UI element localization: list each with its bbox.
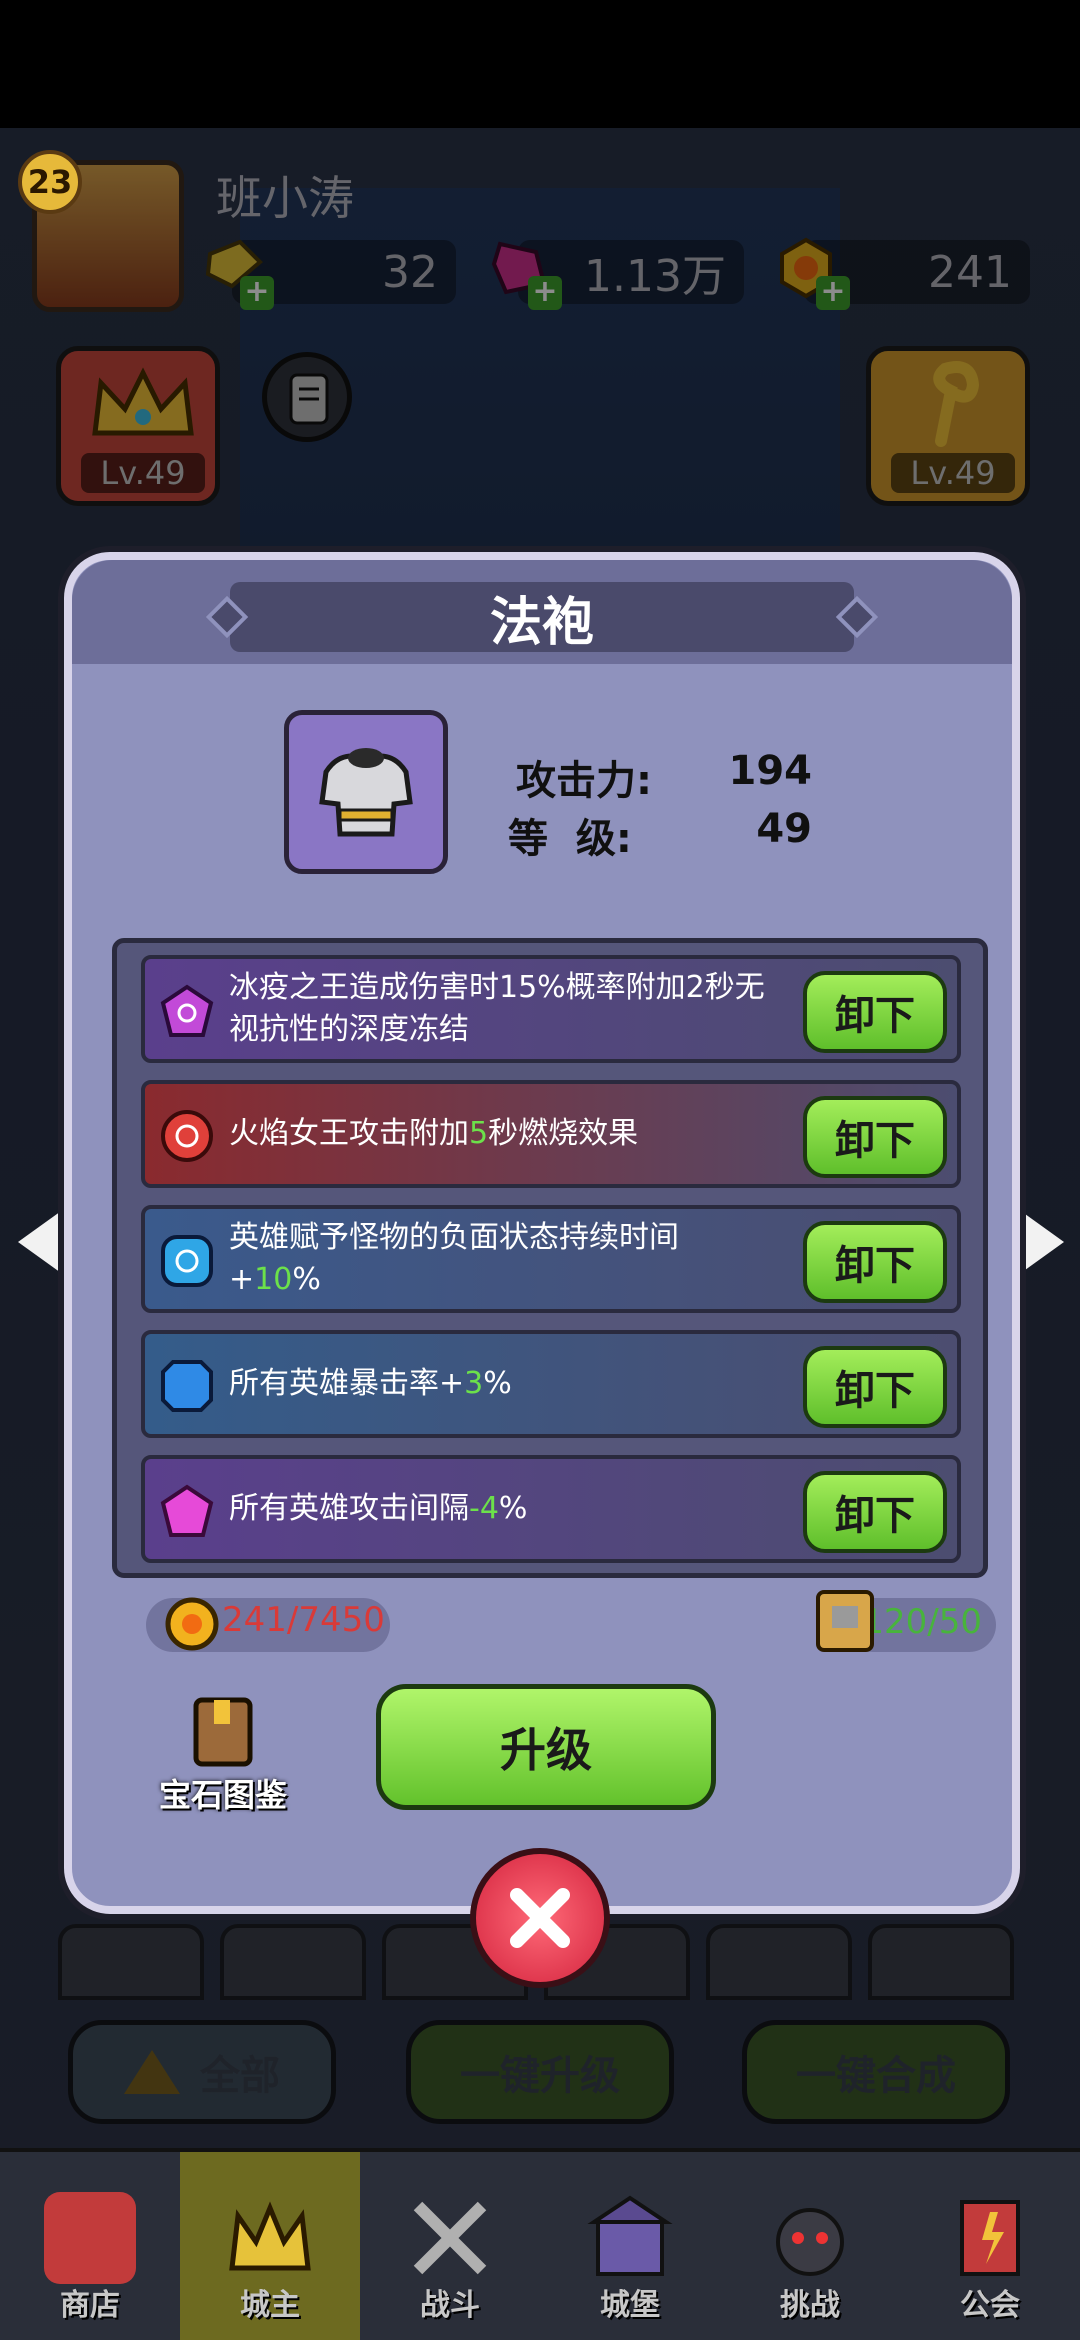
gem-row: 冰疫之王造成伤害时15%概率附加2秒无视抗性的深度冻结 卸下	[141, 955, 961, 1063]
modal-title-bar: 法袍	[205, 582, 879, 653]
nav-label-shop: 商店	[60, 2288, 120, 2323]
player-level-badge: 23	[18, 150, 82, 214]
nav-item-lord[interactable]: 城主	[180, 2152, 360, 2340]
gem-list-panel: 冰疫之王造成伤害时15%概率附加2秒无视抗性的深度冻结 卸下 火焰女王攻击附加5秒燃…	[112, 938, 988, 1578]
gem-row: 所有英雄攻击间隔-4% 卸下	[141, 1455, 961, 1563]
gem-effect-text: 所有英雄暴击率+3%	[229, 1334, 769, 1434]
gem-effect-value: 10	[254, 1262, 293, 1297]
nav-label-lord: 城主	[240, 2288, 300, 2323]
nav-label-castle: 城堡	[600, 2288, 660, 2323]
gem-effect-value: 5	[469, 1116, 489, 1151]
blue-square-gem-icon	[161, 1360, 213, 1412]
robe-armor-icon	[319, 748, 413, 837]
swords-icon	[413, 2201, 487, 2275]
level-label: 等 级:	[508, 816, 632, 862]
nav-item-battle[interactable]: 战斗	[360, 2152, 540, 2340]
scroll-cost-value: 120/50	[862, 1602, 982, 1642]
gem-effect-part: 秒燃烧效果	[488, 1116, 639, 1151]
level-value: 49	[756, 806, 812, 852]
gem-row: 所有英雄暴击率+3% 卸下	[141, 1330, 961, 1438]
unequip-button[interactable]: 卸下	[803, 1471, 947, 1553]
unequip-button[interactable]: 卸下	[803, 1096, 947, 1178]
gem-effect-text: 火焰女王攻击附加5秒燃烧效果	[229, 1084, 769, 1184]
gem-effect-text: 冰疫之王造成伤害时15%概率附加2秒无视抗性的深度冻结	[229, 959, 769, 1059]
castle-icon	[587, 2195, 673, 2276]
pink-pentagon-gem-icon	[160, 1484, 214, 1537]
nav-label-challenge: 挑战	[780, 2288, 840, 2323]
gem-encyclopedia-button[interactable]: 宝石图鉴	[148, 1694, 298, 1814]
scroll-icon	[816, 1590, 874, 1652]
upgrade-button[interactable]: 升级	[376, 1684, 716, 1810]
nav-item-shop[interactable]: 商店	[0, 2152, 180, 2340]
crown-icon	[229, 2201, 311, 2271]
gem-row: 英雄赋予怪物的负面状态持续时间+10% 卸下	[141, 1205, 961, 1313]
unequip-button[interactable]: 卸下	[803, 1346, 947, 1428]
equipment-modal: 法袍 攻击力: 194 等 级: 49 冰疫之王造成伤害时15%概率附加2秒无视…	[64, 552, 1020, 1914]
gem-effect-part: %	[483, 1366, 512, 1401]
gem-effect-part: %	[498, 1491, 528, 1526]
gem-effect-part: 所有英雄攻击间隔	[229, 1491, 469, 1526]
attack-label: 攻击力:	[516, 758, 652, 804]
nav-item-challenge[interactable]: 挑战	[720, 2152, 900, 2340]
gem-effect-text: 英雄赋予怪物的负面状态持续时间+10%	[229, 1209, 769, 1309]
item-icon-frame	[284, 710, 448, 874]
status-bar-area	[0, 0, 1080, 128]
close-button[interactable]	[470, 1848, 610, 1988]
book-icon	[193, 1697, 253, 1767]
unequip-button[interactable]: 卸下	[803, 971, 947, 1053]
gem-effect-part: 所有英雄暴击率+	[229, 1366, 465, 1401]
red-round-gem-icon	[161, 1110, 213, 1162]
gem-encyclopedia-label: 宝石图鉴	[158, 1776, 287, 1814]
unequip-button[interactable]: 卸下	[803, 1221, 947, 1303]
gold-cost-value: 241/7450	[222, 1600, 385, 1640]
gem-effect-value: -4	[469, 1491, 499, 1526]
blue-round-gem-icon	[161, 1235, 213, 1287]
nav-item-guild[interactable]: 公会	[900, 2152, 1080, 2340]
nav-label-guild: 公会	[960, 2288, 1020, 2323]
attack-value: 194	[728, 748, 813, 794]
gem-effect-part: %	[292, 1262, 321, 1297]
guild-flag-icon	[960, 2200, 1020, 2276]
game-screen: 23 班小涛 32 + 1.13万 + 241 + Lv.49 Lv.49 全部…	[0, 0, 1080, 2340]
shop-icon	[44, 2192, 136, 2284]
close-icon	[510, 1888, 570, 1948]
bottom-nav: 商店 城主 战斗 城堡 挑战 公会	[0, 2148, 1080, 2340]
gem-row: 火焰女王攻击附加5秒燃烧效果 卸下	[141, 1080, 961, 1188]
purple-pentagon-gem-icon	[160, 984, 214, 1037]
gem-effect-part: 火焰女王攻击附加	[229, 1116, 469, 1151]
gold-coin-icon	[165, 1597, 219, 1651]
modal-title: 法袍	[489, 592, 594, 653]
demon-icon	[776, 2208, 844, 2276]
nav-item-castle[interactable]: 城堡	[540, 2152, 720, 2340]
gem-effect-part: 冰疫之王造成伤害时15%概率附加2秒无视抗性的深度冻结	[229, 970, 765, 1047]
gem-effect-value: 3	[464, 1366, 484, 1401]
nav-label-battle: 战斗	[420, 2288, 480, 2323]
gem-effect-text: 所有英雄攻击间隔-4%	[229, 1459, 769, 1559]
